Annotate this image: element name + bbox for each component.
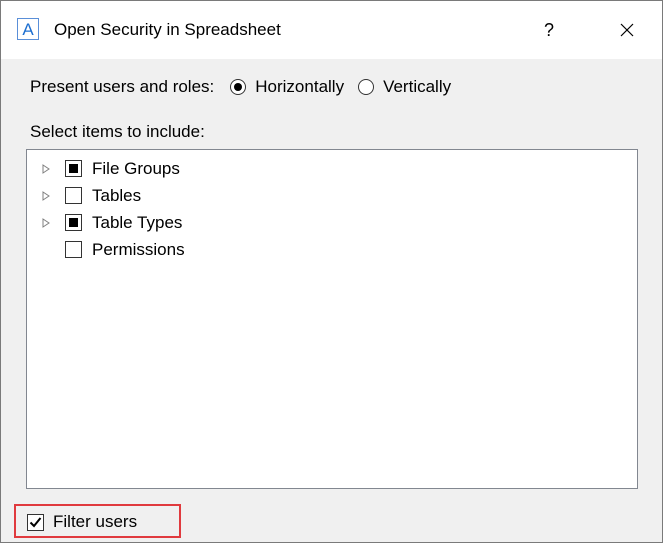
tree-item-label: Table Types [92,212,183,232]
filter-users-label: Filter users [53,512,138,531]
tree-item-checkbox[interactable] [65,160,82,177]
tree-item-tables[interactable]: Tables [27,182,141,209]
select-items-label: Select items to include: [30,122,205,141]
expand-arrow-icon[interactable] [41,190,51,201]
radio-vertically-button[interactable] [358,79,375,95]
tree-item-checkbox[interactable] [65,241,82,258]
help-button[interactable]: ? [531,15,567,45]
title-bar: A Open Security in Spreadsheet ? [1,1,662,59]
tree-item-permissions[interactable]: Permissions [27,236,185,263]
radio-horizontally-label: Horizontally [255,77,345,96]
tree-item-file-groups[interactable]: File Groups [27,155,180,182]
radio-vertically-label: Vertically [383,77,452,96]
present-users-roles-label: Present users and roles: [30,77,215,96]
filter-users-checkbox-box[interactable] [27,513,44,531]
app-icon-letter: A [22,19,34,39]
tree-item-checkbox[interactable] [65,187,82,204]
filter-users-checkbox[interactable]: Filter users [27,511,137,533]
tree-item-label: Permissions [92,239,185,259]
close-button[interactable] [609,15,645,45]
tree-item-label: Tables [92,185,142,205]
radio-vertically[interactable]: Vertically [358,77,451,97]
app-icon: A [17,18,39,40]
expand-arrow-icon[interactable] [41,217,51,228]
checkmark-icon [29,516,42,527]
expand-arrow-icon[interactable] [41,163,51,174]
tree-item-checkbox[interactable] [65,214,82,231]
dialog-title: Open Security in Spreadsheet [54,20,281,39]
dialog-window: A Open Security in Spreadsheet ? Present… [0,0,663,543]
items-tree[interactable]: File Groups Tables Table Types Permissio… [26,149,638,489]
radio-horizontally-button[interactable] [230,79,247,95]
present-users-roles-row: Present users and roles: Horizontally Ve… [30,75,465,99]
tree-item-table-types[interactable]: Table Types [27,209,182,236]
tree-item-label: File Groups [92,158,180,178]
close-icon [620,23,634,37]
radio-horizontally[interactable]: Horizontally [230,77,344,97]
